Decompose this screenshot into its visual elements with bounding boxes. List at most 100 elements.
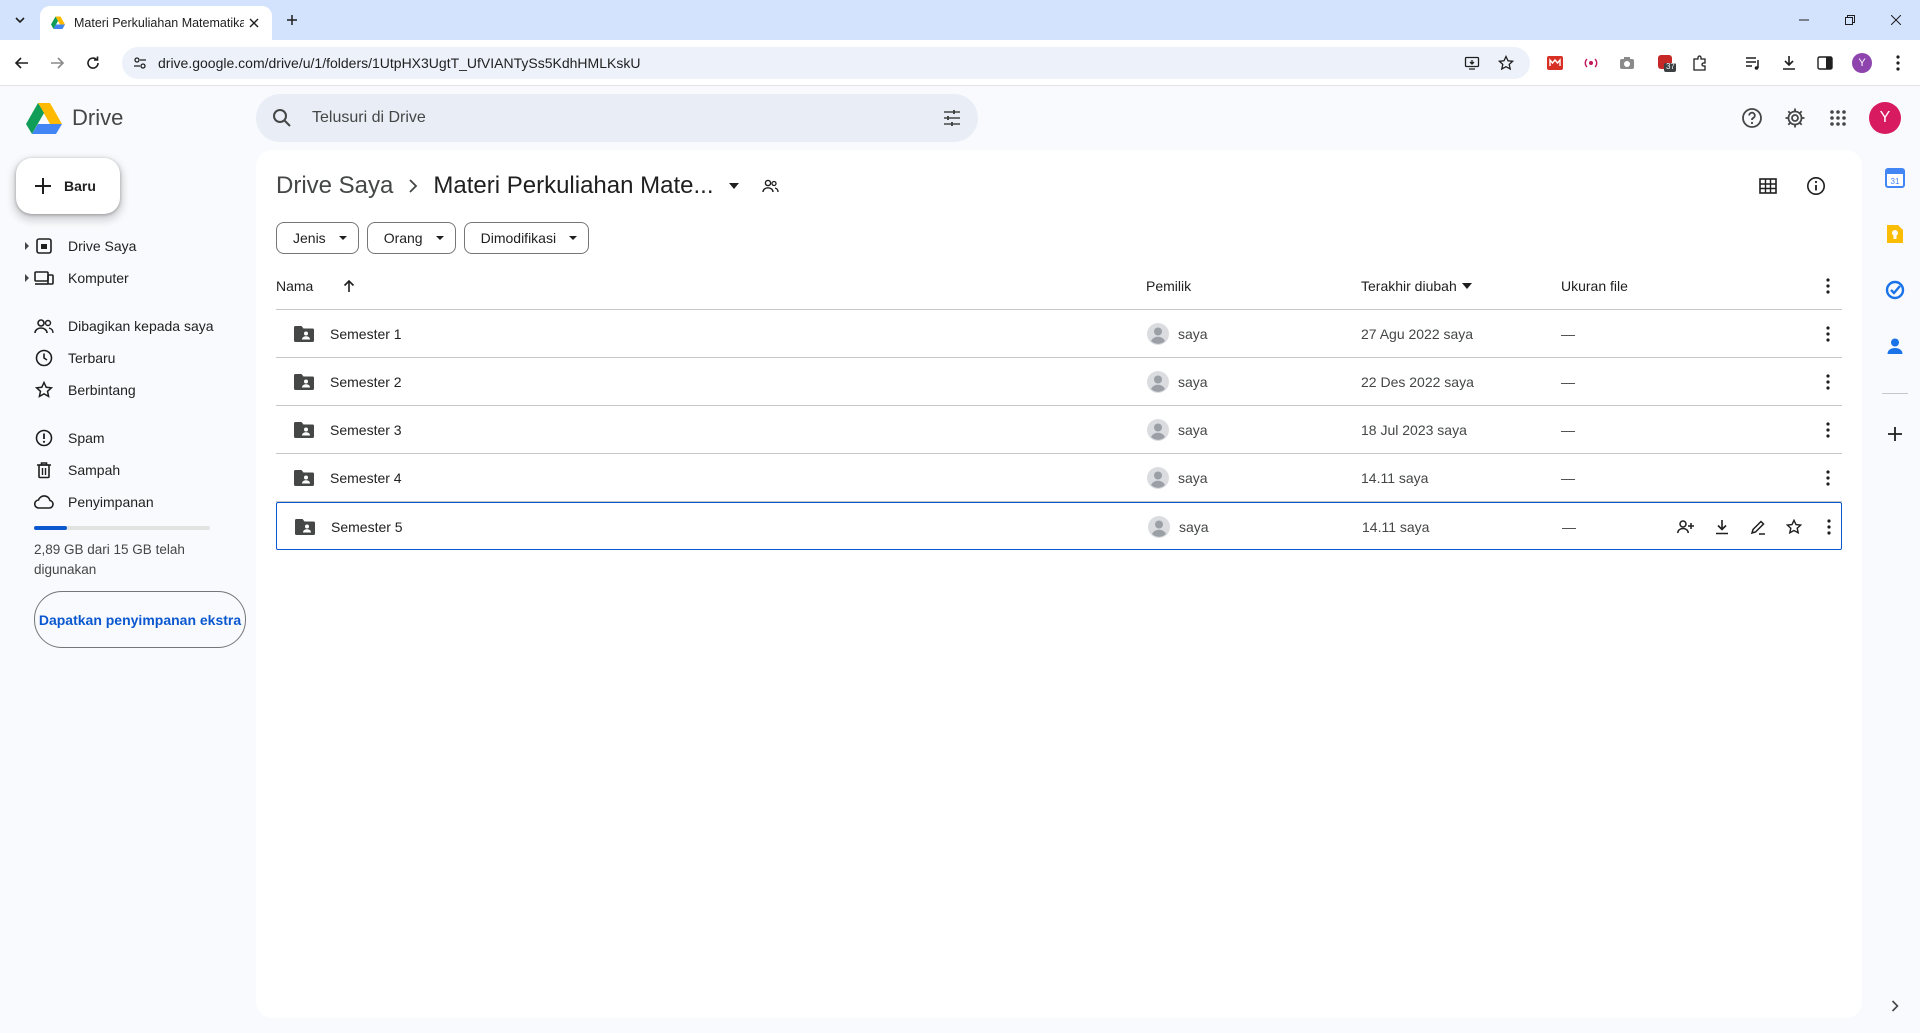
install-app-icon[interactable]	[1460, 51, 1484, 75]
shared-folder-icon[interactable]	[758, 178, 782, 194]
add-star-icon[interactable]	[1776, 509, 1812, 545]
tab-close-icon[interactable]	[244, 13, 264, 33]
sidebar-item-penyimpanan[interactable]: Penyimpanan	[20, 486, 240, 518]
column-header-name[interactable]: Nama	[276, 278, 355, 294]
arrow-left-icon	[14, 57, 28, 69]
details-info-icon[interactable]	[1800, 170, 1832, 202]
rename-pencil-icon[interactable]	[1740, 509, 1776, 545]
contacts-icon[interactable]	[1881, 332, 1909, 360]
caret-down-icon	[568, 235, 578, 241]
downloads-icon[interactable]	[1777, 51, 1801, 75]
more-vert-icon[interactable]	[1816, 274, 1840, 298]
expand-caret-icon[interactable]	[20, 239, 34, 253]
media-control-icon[interactable]	[1741, 51, 1765, 75]
sidebar-item-dibagikan[interactable]: Dibagikan kepada saya	[20, 310, 240, 342]
forward-button[interactable]	[41, 47, 73, 79]
owner-name: saya	[1178, 374, 1208, 390]
search-icon[interactable]	[270, 106, 294, 130]
close-window-button[interactable]	[1874, 0, 1918, 40]
filter-chip-jenis[interactable]: Jenis	[276, 222, 359, 254]
column-header-modified[interactable]: Terakhir diubah	[1361, 278, 1473, 294]
table-row[interactable]: Semester 3 saya 18 Jul 2023 saya —	[276, 406, 1842, 454]
shared-icon	[34, 316, 54, 336]
search-input[interactable]	[312, 106, 872, 130]
extension-red-icon[interactable]	[1543, 51, 1567, 75]
file-name: Semester 5	[331, 519, 403, 535]
sidebar-item-berbintang[interactable]: Berbintang	[20, 374, 240, 406]
tasks-icon[interactable]	[1881, 276, 1909, 304]
sort-arrow-up-icon[interactable]	[343, 279, 355, 293]
folder-menu-dropdown-icon[interactable]	[724, 182, 744, 190]
back-button[interactable]	[6, 47, 38, 79]
new-button[interactable]: Baru	[16, 158, 120, 214]
tab-search-button[interactable]	[8, 8, 32, 32]
share-person-add-icon[interactable]	[1668, 509, 1704, 545]
minimize-button[interactable]	[1782, 0, 1826, 40]
browser-tab-active[interactable]: Materi Perkuliahan Matematika	[40, 6, 272, 40]
profile-avatar: Y	[1852, 53, 1872, 73]
download-icon[interactable]	[1704, 509, 1740, 545]
table-row[interactable]: Semester 1 saya 27 Agu 2022 saya —	[276, 310, 1842, 358]
new-tab-button[interactable]	[280, 8, 304, 32]
expand-caret-icon[interactable]	[20, 271, 34, 285]
owner-avatar-icon	[1146, 418, 1170, 442]
sidebar-item-label: Penyimpanan	[68, 494, 154, 510]
table-row[interactable]: Semester 2 saya 22 Des 2022 saya —	[276, 358, 1842, 406]
keep-icon[interactable]	[1881, 220, 1909, 248]
expand-panel-chevron-icon[interactable]	[1881, 992, 1909, 1020]
settings-gear-icon[interactable]	[1779, 102, 1811, 134]
account-avatar[interactable]: Y	[1869, 102, 1901, 134]
column-header-owner[interactable]: Pemilik	[1146, 278, 1191, 294]
more-vert-icon[interactable]	[1816, 310, 1840, 358]
apps-grid-icon[interactable]	[1822, 102, 1854, 134]
extension-broadcast-icon[interactable]	[1579, 51, 1603, 75]
owner-avatar-icon	[1146, 466, 1170, 490]
drive-logo[interactable]: Drive	[26, 102, 123, 134]
caret-down-icon[interactable]	[1461, 282, 1473, 290]
drive-favicon-icon	[51, 16, 65, 29]
table-row-selected[interactable]: Semester 5 saya 14.11 saya —	[276, 502, 1842, 550]
extension-camera-icon[interactable]	[1615, 51, 1639, 75]
reload-button[interactable]	[77, 47, 109, 79]
table-row[interactable]: Semester 4 saya 14.11 saya —	[276, 454, 1842, 502]
get-more-storage-button[interactable]: Dapatkan penyimpanan ekstra	[34, 591, 246, 648]
side-panel-icon[interactable]	[1813, 51, 1837, 75]
calendar-icon[interactable]: 31	[1881, 164, 1909, 192]
sidebar-item-spam[interactable]: Spam	[20, 422, 240, 454]
sidebar-item-sampah[interactable]: Sampah	[20, 454, 240, 486]
filter-chip-dimodifikasi[interactable]: Dimodifikasi	[463, 222, 590, 254]
profile-button[interactable]: Y	[1850, 51, 1874, 75]
more-vert-icon[interactable]	[1816, 406, 1840, 454]
sidebar-item-label: Spam	[68, 430, 105, 446]
svg-text:31: 31	[1891, 177, 1900, 186]
grid-view-icon[interactable]	[1752, 170, 1784, 202]
column-header-size[interactable]: Ukuran file	[1561, 278, 1628, 294]
file-size: —	[1562, 519, 1576, 535]
sidebar-item-terbaru[interactable]: Terbaru	[20, 342, 240, 374]
address-bar[interactable]: drive.google.com/drive/u/1/folders/1UtpH…	[122, 47, 1530, 79]
search-bar[interactable]	[256, 94, 978, 142]
minimize-icon	[1799, 19, 1809, 21]
owner-name: saya	[1178, 326, 1208, 342]
breadcrumb-root[interactable]: Drive Saya	[276, 172, 393, 200]
plus-icon	[287, 15, 297, 25]
browser-menu-icon[interactable]	[1886, 51, 1910, 75]
help-icon[interactable]	[1736, 102, 1768, 134]
sidebar-item-drive-saya[interactable]: Drive Saya	[20, 230, 240, 262]
search-options-icon[interactable]	[940, 106, 964, 130]
restore-button[interactable]	[1828, 0, 1872, 40]
filter-chip-orang[interactable]: Orang	[366, 222, 456, 254]
more-vert-icon[interactable]	[1816, 454, 1840, 502]
bookmark-star-icon[interactable]	[1494, 51, 1518, 75]
browser-toolbar: drive.google.com/drive/u/1/folders/1UtpH…	[0, 40, 1920, 86]
sidebar-item-komputer[interactable]: Komputer	[20, 262, 240, 294]
more-vert-icon[interactable]	[1816, 358, 1840, 406]
site-info-icon[interactable]	[128, 51, 152, 75]
extensions-puzzle-icon[interactable]	[1688, 51, 1712, 75]
add-addon-plus-icon[interactable]	[1881, 420, 1909, 448]
extension-badge-icon[interactable]: 37	[1654, 51, 1678, 75]
storage-usage-text: 2,89 GB dari 15 GB telah digunakan	[34, 542, 185, 577]
more-vert-icon[interactable]	[1817, 503, 1841, 551]
breadcrumb-current-folder[interactable]: Materi Perkuliahan Mate...	[433, 172, 713, 200]
owner-avatar-icon	[1146, 370, 1170, 394]
